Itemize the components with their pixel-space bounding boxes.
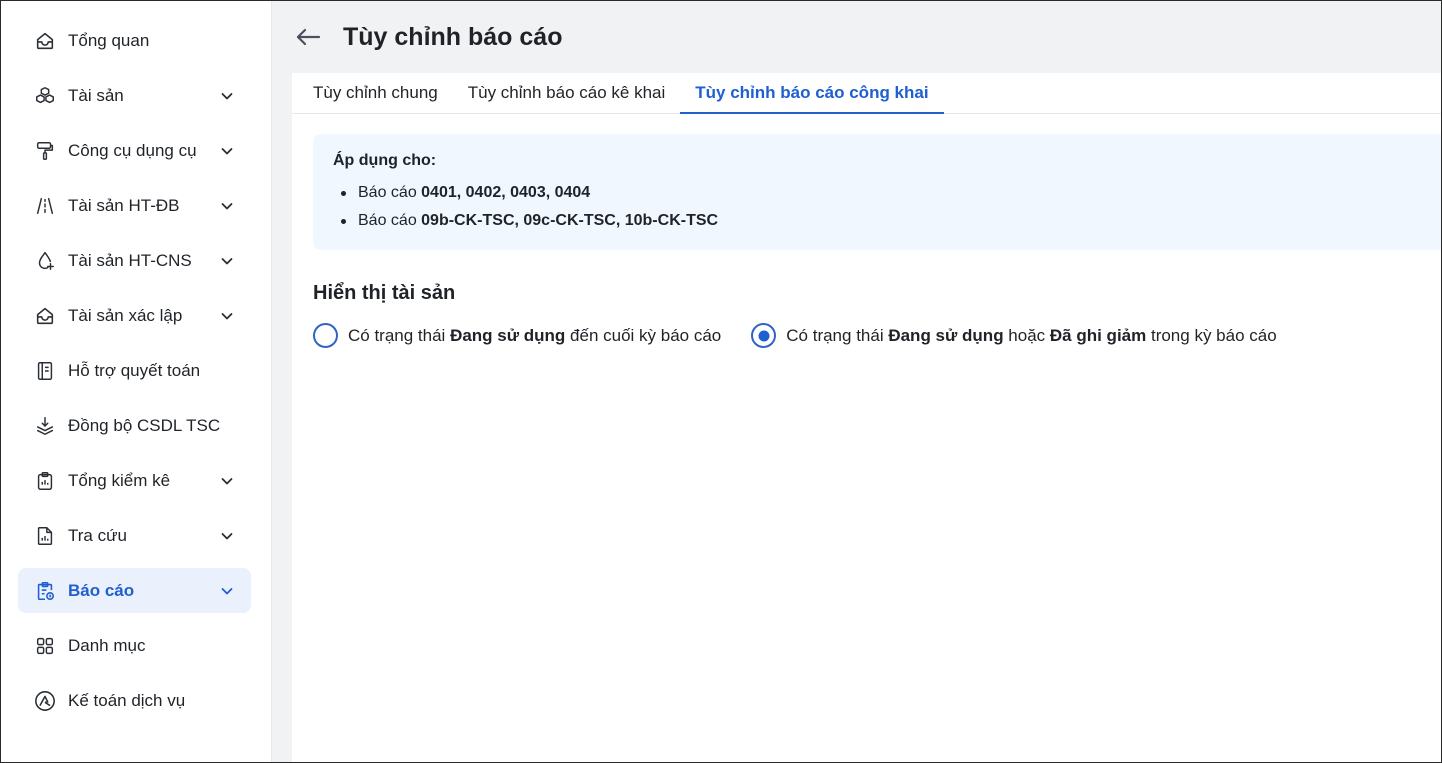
info-item-prefix: Báo cáo — [358, 212, 422, 229]
sidebar-item-label: Tra cứu — [68, 525, 127, 545]
chevron-down-icon[interactable] — [219, 88, 235, 104]
sidebar-item-tai-san-ht-cns[interactable]: Tài sản HT-CNS — [18, 238, 251, 283]
water-drop-icon — [34, 250, 56, 272]
chevron-down-icon[interactable] — [219, 473, 235, 489]
sidebar-item-tra-cuu[interactable]: Tra cứu — [18, 513, 251, 558]
radio-option-dang-su-dung-hoac-da-ghi-giam[interactable]: Có trạng thái Đang sử dụng hoặc Đã ghi g… — [751, 323, 1277, 348]
radio-label: Có trạng thái Đang sử dụng hoặc Đã ghi g… — [786, 326, 1276, 346]
back-arrow-icon[interactable] — [294, 23, 322, 51]
file-chart-icon — [34, 525, 56, 547]
tab-bar: Tùy chỉnh chung Tùy chỉnh báo cáo kê kha… — [292, 73, 1441, 114]
sidebar-item-tai-san[interactable]: Tài sản — [18, 73, 251, 118]
layers-download-icon — [34, 415, 56, 437]
page-title: Tùy chỉnh báo cáo — [343, 22, 563, 51]
info-title: Áp dụng cho: — [333, 152, 437, 169]
sidebar-item-ho-tro-quyet-toan[interactable]: Hỗ trợ quyết toán — [18, 348, 251, 393]
sidebar-item-cong-cu-dung-cu[interactable]: Công cụ dụng cụ — [18, 128, 251, 173]
sidebar-item-label: Tài sản xác lập — [68, 305, 183, 325]
page-header: Tùy chỉnh báo cáo — [272, 1, 1441, 73]
radio-label-part: hoặc — [1003, 325, 1050, 345]
sidebar-item-danh-muc[interactable]: Danh mục — [18, 623, 251, 668]
clipboard-clock-icon — [34, 580, 56, 602]
sidebar-item-label: Công cụ dụng cụ — [68, 140, 197, 160]
settings-panel: Tùy chỉnh chung Tùy chỉnh báo cáo kê kha… — [292, 73, 1441, 762]
sidebar-item-bao-cao[interactable]: Báo cáo — [18, 568, 251, 613]
sidebar-item-label: Đồng bộ CSDL TSC — [68, 415, 221, 435]
chevron-down-icon[interactable] — [219, 528, 235, 544]
radio-label-part: đến cuối kỳ báo cáo — [565, 325, 722, 345]
radio-label-bold: Đang sử dụng — [888, 325, 1004, 345]
cubes-icon — [34, 85, 56, 107]
sidebar-item-label: Tổng quan — [68, 30, 150, 50]
display-radio-group: Có trạng thái Đang sử dụng đến cuối kỳ b… — [313, 323, 1307, 348]
paint-roller-icon — [34, 140, 56, 162]
sidebar-item-label: Tài sản HT-CNS — [68, 250, 192, 270]
list-item: Báo cáo 09b-CK-TSC, 09c-CK-TSC, 10b-CK-T… — [333, 207, 1421, 235]
radio-label-bold: Đang sử dụng — [450, 325, 566, 345]
info-item-codes: 09b-CK-TSC, 09c-CK-TSC, 10b-CK-TSC — [421, 212, 719, 229]
grid-icon — [34, 635, 56, 657]
notebook-icon — [34, 360, 56, 382]
radio-label: Có trạng thái Đang sử dụng đến cuối kỳ b… — [348, 326, 721, 346]
sidebar-item-label: Kế toán dịch vụ — [68, 690, 186, 710]
sidebar-item-label: Tài sản — [68, 85, 124, 105]
chevron-down-icon[interactable] — [219, 308, 235, 324]
clipboard-icon — [34, 470, 56, 492]
radio-label-part: Có trạng thái — [348, 325, 451, 345]
radio-button[interactable] — [313, 323, 338, 348]
tab-tuy-chinh-bao-cao-ke-khai[interactable]: Tùy chỉnh báo cáo kê khai — [453, 73, 681, 113]
brand-circle-icon — [34, 690, 56, 712]
sidebar-item-tong-kiem-ke[interactable]: Tổng kiểm kê — [18, 458, 251, 503]
info-list: Báo cáo 0401, 0402, 0403, 0404 Báo cáo 0… — [333, 179, 1421, 235]
radio-option-dang-su-dung[interactable]: Có trạng thái Đang sử dụng đến cuối kỳ b… — [313, 323, 721, 348]
road-icon — [34, 195, 56, 217]
sidebar-item-dong-bo-csdl-tsc[interactable]: Đồng bộ CSDL TSC — [18, 403, 251, 448]
chevron-down-icon[interactable] — [219, 143, 235, 159]
chevron-down-icon[interactable] — [219, 583, 235, 599]
chevron-down-icon[interactable] — [219, 253, 235, 269]
sidebar-item-label: Tổng kiểm kê — [68, 470, 171, 490]
sidebar-item-label: Báo cáo — [68, 580, 135, 600]
main-content: Tùy chỉnh báo cáo Tùy chỉnh chung Tùy ch… — [272, 1, 1441, 762]
radio-label-part: Có trạng thái — [786, 325, 889, 345]
list-item: Báo cáo 0401, 0402, 0403, 0404 — [333, 179, 1421, 207]
sidebar-item-label: Tài sản HT-ĐB — [68, 195, 180, 215]
inbox-icon — [34, 305, 56, 327]
sidebar-item-label: Danh mục — [68, 635, 146, 655]
sidebar-item-tai-san-ht-db[interactable]: Tài sản HT-ĐB — [18, 183, 251, 228]
tab-tuy-chinh-bao-cao-cong-khai[interactable]: Tùy chỉnh báo cáo công khai — [680, 73, 944, 114]
sidebar: Tổng quan Tài sản Công cụ dụng cụ Tài sả… — [1, 1, 272, 762]
radio-label-part: trong kỳ báo cáo — [1146, 325, 1277, 345]
apply-info-box: Áp dụng cho: Báo cáo 0401, 0402, 0403, 0… — [313, 134, 1441, 250]
sidebar-item-tai-san-xac-lap[interactable]: Tài sản xác lập — [18, 293, 251, 338]
sidebar-item-tong-quan[interactable]: Tổng quan — [18, 18, 251, 63]
tab-tuy-chinh-chung[interactable]: Tùy chỉnh chung — [298, 73, 453, 113]
sidebar-item-label: Hỗ trợ quyết toán — [68, 360, 201, 380]
info-item-codes: 0401, 0402, 0403, 0404 — [421, 184, 591, 201]
section-title: Hiển thị tài sản — [313, 282, 456, 304]
sidebar-item-ke-toan-dich-vu[interactable]: Kế toán dịch vụ — [18, 678, 251, 723]
chevron-down-icon[interactable] — [219, 198, 235, 214]
radio-button-selected[interactable] — [751, 323, 777, 348]
radio-label-bold: Đã ghi giảm — [1049, 325, 1147, 345]
home-icon — [34, 30, 56, 52]
info-item-prefix: Báo cáo — [358, 184, 422, 201]
